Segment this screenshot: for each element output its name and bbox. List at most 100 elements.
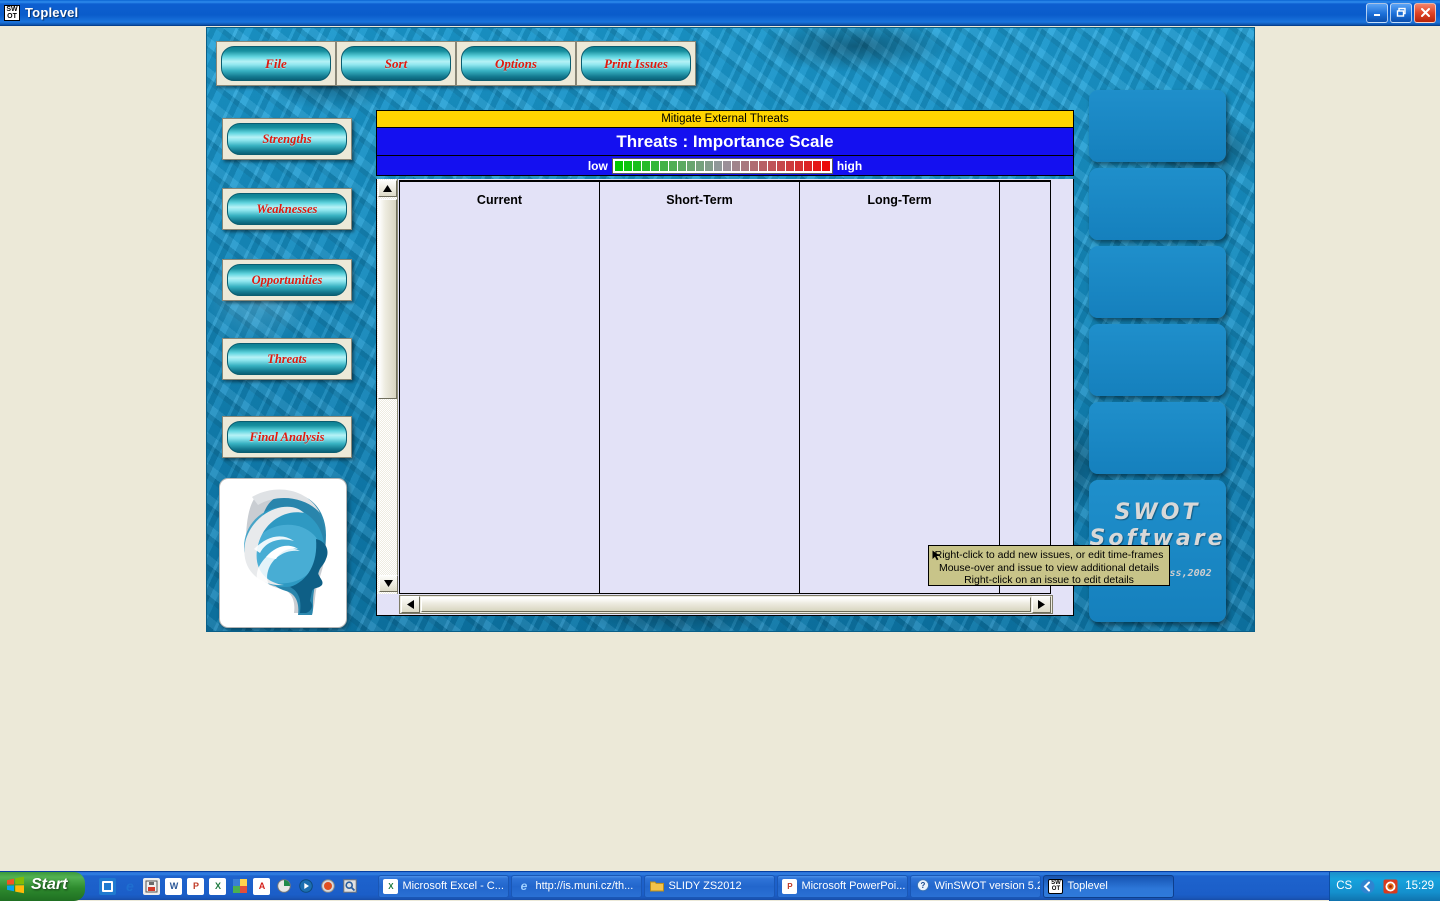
right-panel-slot-1[interactable]: [1089, 90, 1226, 162]
paint-icon[interactable]: [231, 878, 248, 895]
sidebar-item-strengths[interactable]: Strengths: [222, 118, 352, 160]
sidebar-item-opportunities[interactable]: Opportunities: [222, 259, 352, 301]
quick-launch-bar: e W P X A: [99, 878, 358, 895]
scale-segment[interactable]: [768, 161, 776, 171]
antivirus-tray-icon[interactable]: [1382, 878, 1398, 894]
sidebar-item-label: Strengths: [227, 123, 347, 155]
taskbar-item-label: WinSWOT version 5.2: [934, 880, 1041, 892]
sort-button-label: Sort: [341, 46, 451, 81]
scale-segment[interactable]: [633, 161, 641, 171]
scale-segment[interactable]: [714, 161, 722, 171]
show-desktop-icon[interactable]: [99, 878, 116, 895]
sidebar-item-label: Weaknesses: [227, 193, 347, 225]
right-panel-slot-5[interactable]: [1089, 402, 1226, 474]
scale-segment[interactable]: [786, 161, 794, 171]
excel-icon[interactable]: X: [209, 878, 226, 895]
column-short-term[interactable]: Short-Term: [600, 182, 800, 593]
horizontal-scrollbar[interactable]: [399, 595, 1053, 614]
scale-segment[interactable]: [669, 161, 677, 171]
scale-segment[interactable]: [804, 161, 812, 171]
save-disk-icon[interactable]: [143, 878, 160, 895]
minimize-button[interactable]: [1366, 3, 1388, 23]
scale-segment[interactable]: [795, 161, 803, 171]
taskbar-item-label: SLIDY ZS2012: [668, 880, 741, 892]
sidebar-item-weaknesses[interactable]: Weaknesses: [222, 188, 352, 230]
start-label: Start: [31, 876, 67, 894]
swot-application-window: File Sort Options Print Issues Help Stre…: [206, 27, 1255, 632]
scale-segment[interactable]: [822, 161, 830, 171]
section-title: Threats : Importance Scale: [376, 127, 1074, 156]
brand-line-1: SWOT: [1089, 500, 1226, 526]
horizontal-scroll-thumb[interactable]: [421, 597, 1031, 612]
media-icon[interactable]: [275, 878, 292, 895]
right-panel-slot-4[interactable]: [1089, 324, 1226, 396]
search-icon[interactable]: [341, 878, 358, 895]
scale-track[interactable]: [612, 158, 833, 174]
scroll-left-arrow-icon[interactable]: [401, 596, 420, 613]
scale-segment[interactable]: [615, 161, 623, 171]
scale-segment[interactable]: [705, 161, 713, 171]
vertical-scrollbar[interactable]: [377, 179, 398, 594]
column-long-term[interactable]: Long-Term: [800, 182, 1000, 593]
print-issues-button[interactable]: Print Issues: [576, 41, 696, 86]
taskbar-item-folder[interactable]: SLIDY ZS2012: [644, 875, 775, 898]
scale-segment[interactable]: [777, 161, 785, 171]
scroll-down-arrow-icon[interactable]: [379, 575, 398, 592]
system-tray: CS 15:29: [1329, 872, 1440, 901]
scale-segment[interactable]: [660, 161, 668, 171]
acrobat-icon[interactable]: A: [253, 878, 270, 895]
taskbar-item-toplevel[interactable]: SWOT Toplevel: [1043, 875, 1174, 898]
scale-segment[interactable]: [759, 161, 767, 171]
powerpoint-icon[interactable]: P: [187, 878, 204, 895]
scale-segment[interactable]: [678, 161, 686, 171]
close-button[interactable]: [1414, 3, 1436, 23]
start-button[interactable]: Start: [0, 872, 85, 901]
vertical-scroll-thumb[interactable]: [378, 199, 397, 399]
scale-segment[interactable]: [696, 161, 704, 171]
internet-explorer-icon: e: [516, 879, 531, 894]
powerpoint-icon: P: [782, 879, 797, 894]
scale-segment[interactable]: [750, 161, 758, 171]
window-controls: [1366, 3, 1440, 23]
sort-button[interactable]: Sort: [336, 41, 456, 86]
issues-grid[interactable]: Current Short-Term Long-Term: [399, 180, 1051, 594]
tooltip-line: Mouse-over and issue to view additional …: [934, 562, 1164, 575]
column-header: Long-Term: [800, 193, 999, 207]
word-icon[interactable]: W: [165, 878, 182, 895]
taskbar-item-label: http://is.muni.cz/th...: [535, 880, 633, 892]
column-header: Short-Term: [600, 193, 799, 207]
scale-segment[interactable]: [732, 161, 740, 171]
scale-segment[interactable]: [624, 161, 632, 171]
help-question-icon: ?: [915, 879, 930, 894]
play-icon[interactable]: [297, 878, 314, 895]
scale-segment[interactable]: [651, 161, 659, 171]
taskbar-item-browser[interactable]: e http://is.muni.cz/th...: [511, 875, 642, 898]
firefox-icon[interactable]: [319, 878, 336, 895]
scale-segment[interactable]: [723, 161, 731, 171]
chevron-left-icon[interactable]: [1359, 878, 1375, 894]
clock[interactable]: 15:29: [1405, 880, 1434, 892]
scroll-right-arrow-icon[interactable]: [1032, 596, 1051, 613]
sidebar-item-threats[interactable]: Threats: [222, 338, 352, 380]
scale-segment[interactable]: [642, 161, 650, 171]
restore-button[interactable]: [1390, 3, 1412, 23]
windows-logo-icon: [6, 876, 25, 894]
scale-segment[interactable]: [741, 161, 749, 171]
sidebar-item-label: Final Analysis: [227, 421, 347, 453]
internet-explorer-icon[interactable]: e: [121, 878, 138, 895]
scale-segment[interactable]: [687, 161, 695, 171]
column-current[interactable]: Current: [400, 182, 600, 593]
taskbar-item-excel[interactable]: X Microsoft Excel - C...: [378, 875, 509, 898]
right-panel-slot-3[interactable]: [1089, 246, 1226, 318]
scroll-up-arrow-icon[interactable]: [378, 180, 397, 197]
language-indicator[interactable]: CS: [1336, 880, 1352, 892]
taskbar-item-winswot[interactable]: ? WinSWOT version 5.2: [910, 875, 1041, 898]
scale-segment[interactable]: [813, 161, 821, 171]
importance-scale: low high: [376, 156, 1074, 176]
options-button[interactable]: Options: [456, 41, 576, 86]
file-button[interactable]: File: [216, 41, 336, 86]
window-titlebar: SW OT Toplevel: [0, 0, 1440, 26]
right-panel-slot-2[interactable]: [1089, 168, 1226, 240]
taskbar-item-powerpoint[interactable]: P Microsoft PowerPoi...: [777, 875, 908, 898]
sidebar-item-final-analysis[interactable]: Final Analysis: [222, 416, 352, 458]
